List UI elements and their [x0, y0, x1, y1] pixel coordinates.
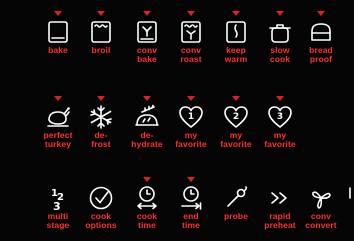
svg-text:1: 1	[188, 112, 194, 122]
my-favorite-1-label: my favorite	[175, 130, 207, 149]
selection-indicator	[276, 11, 284, 16]
cook-options-label: cook options	[85, 211, 117, 230]
broil-label: broil	[91, 45, 111, 55]
perfect-turkey-button[interactable]: perfect turkey	[35, 96, 81, 160]
my-favorite-3-button[interactable]: 3 my favorite	[257, 96, 303, 160]
clipped-next-icon	[348, 186, 354, 200]
selection-indicator	[143, 177, 151, 182]
rapid-preheat-icon	[267, 185, 293, 211]
selection-indicator	[97, 11, 105, 16]
cook-time-button[interactable]: cook time	[124, 177, 170, 241]
bake-button[interactable]: bake	[35, 11, 81, 75]
selection-indicator	[187, 177, 195, 182]
dehydrate-label: de- hydrate	[131, 130, 163, 149]
selection-indicator	[187, 11, 195, 16]
end-time-button[interactable]: end time	[168, 177, 214, 241]
selection-indicator	[276, 96, 284, 101]
bake-label: bake	[48, 45, 68, 55]
keep-warm-button[interactable]: keep warm	[213, 11, 259, 75]
conv-roast-icon	[178, 19, 204, 45]
selection-indicator	[97, 96, 105, 101]
selection-indicator	[143, 11, 151, 16]
multi-stage-icon: 123	[45, 185, 71, 211]
bake-icon	[45, 19, 71, 45]
oven-control-panel: bake broil conv bake conv roast keep warm slo…	[0, 0, 354, 241]
selection-indicator	[317, 177, 325, 182]
svg-text:3: 3	[53, 200, 61, 211]
cook-options-button[interactable]: cook options	[78, 177, 124, 241]
checkmark-circle-icon	[88, 185, 114, 211]
conv-convert-label: conv convert	[305, 211, 337, 230]
svg-text:3: 3	[277, 112, 283, 122]
cook-time-label: cook time	[136, 211, 158, 230]
selection-indicator	[276, 177, 284, 182]
favorite-heart-2-icon: 2	[223, 104, 249, 130]
keep-warm-icon	[223, 19, 249, 45]
selection-indicator	[232, 96, 240, 101]
cook-time-icon	[134, 185, 160, 211]
favorite-heart-1-icon: 1	[178, 104, 204, 130]
keep-warm-label: keep warm	[224, 45, 248, 64]
snowflake-icon	[88, 104, 114, 130]
conv-bake-label: conv bake	[136, 45, 158, 64]
favorite-heart-3-icon: 3	[267, 104, 293, 130]
broil-icon	[88, 19, 114, 45]
conv-bake-button[interactable]: conv bake	[124, 11, 170, 75]
probe-icon	[223, 185, 249, 211]
conv-convert-icon	[308, 185, 334, 211]
selection-indicator	[97, 177, 105, 182]
conv-bake-icon	[134, 19, 160, 45]
conv-roast-label: conv roast	[180, 45, 202, 64]
multi-stage-label: multi stage	[46, 211, 70, 230]
rapid-preheat-button[interactable]: rapid preheat	[257, 177, 303, 241]
perfect-turkey-label: perfect turkey	[43, 130, 73, 149]
end-time-label: end time	[182, 211, 200, 230]
my-favorite-3-label: my favorite	[264, 130, 296, 149]
selection-indicator	[54, 11, 62, 16]
slow-cook-icon	[267, 19, 293, 45]
slow-cook-button[interactable]: slow cook	[257, 11, 303, 75]
turkey-icon	[45, 104, 71, 130]
slow-cook-label: slow cook	[269, 45, 291, 64]
conv-roast-button[interactable]: conv roast	[168, 11, 214, 75]
my-favorite-2-label: my favorite	[220, 130, 252, 149]
defrost-button[interactable]: de- frost	[78, 96, 124, 160]
svg-text:2: 2	[233, 112, 239, 122]
end-time-icon	[178, 185, 204, 211]
conv-convert-button[interactable]: conv convert	[298, 177, 344, 241]
my-favorite-2-button[interactable]: 2 my favorite	[213, 96, 259, 160]
selection-indicator	[232, 11, 240, 16]
selection-indicator	[232, 177, 240, 182]
selection-indicator	[54, 177, 62, 182]
selection-indicator	[54, 96, 62, 101]
defrost-label: de- frost	[91, 130, 111, 149]
dehydrate-button[interactable]: de- hydrate	[124, 96, 170, 160]
dehydrate-icon	[134, 104, 160, 130]
my-favorite-1-button[interactable]: 1 my favorite	[168, 96, 214, 160]
selection-indicator	[143, 96, 151, 101]
broil-button[interactable]: broil	[78, 11, 124, 75]
probe-button[interactable]: probe	[213, 177, 259, 241]
bread-proof-label: bread proof	[309, 45, 333, 64]
multi-stage-button[interactable]: 1 2 3 multi stage	[35, 177, 81, 241]
selection-indicator	[317, 11, 325, 16]
selection-indicator	[187, 96, 195, 101]
bread-proof-button[interactable]: bread proof	[298, 11, 344, 75]
probe-label: probe	[223, 211, 249, 221]
rapid-preheat-label: rapid preheat	[264, 211, 296, 230]
bread-proof-icon	[308, 19, 334, 45]
